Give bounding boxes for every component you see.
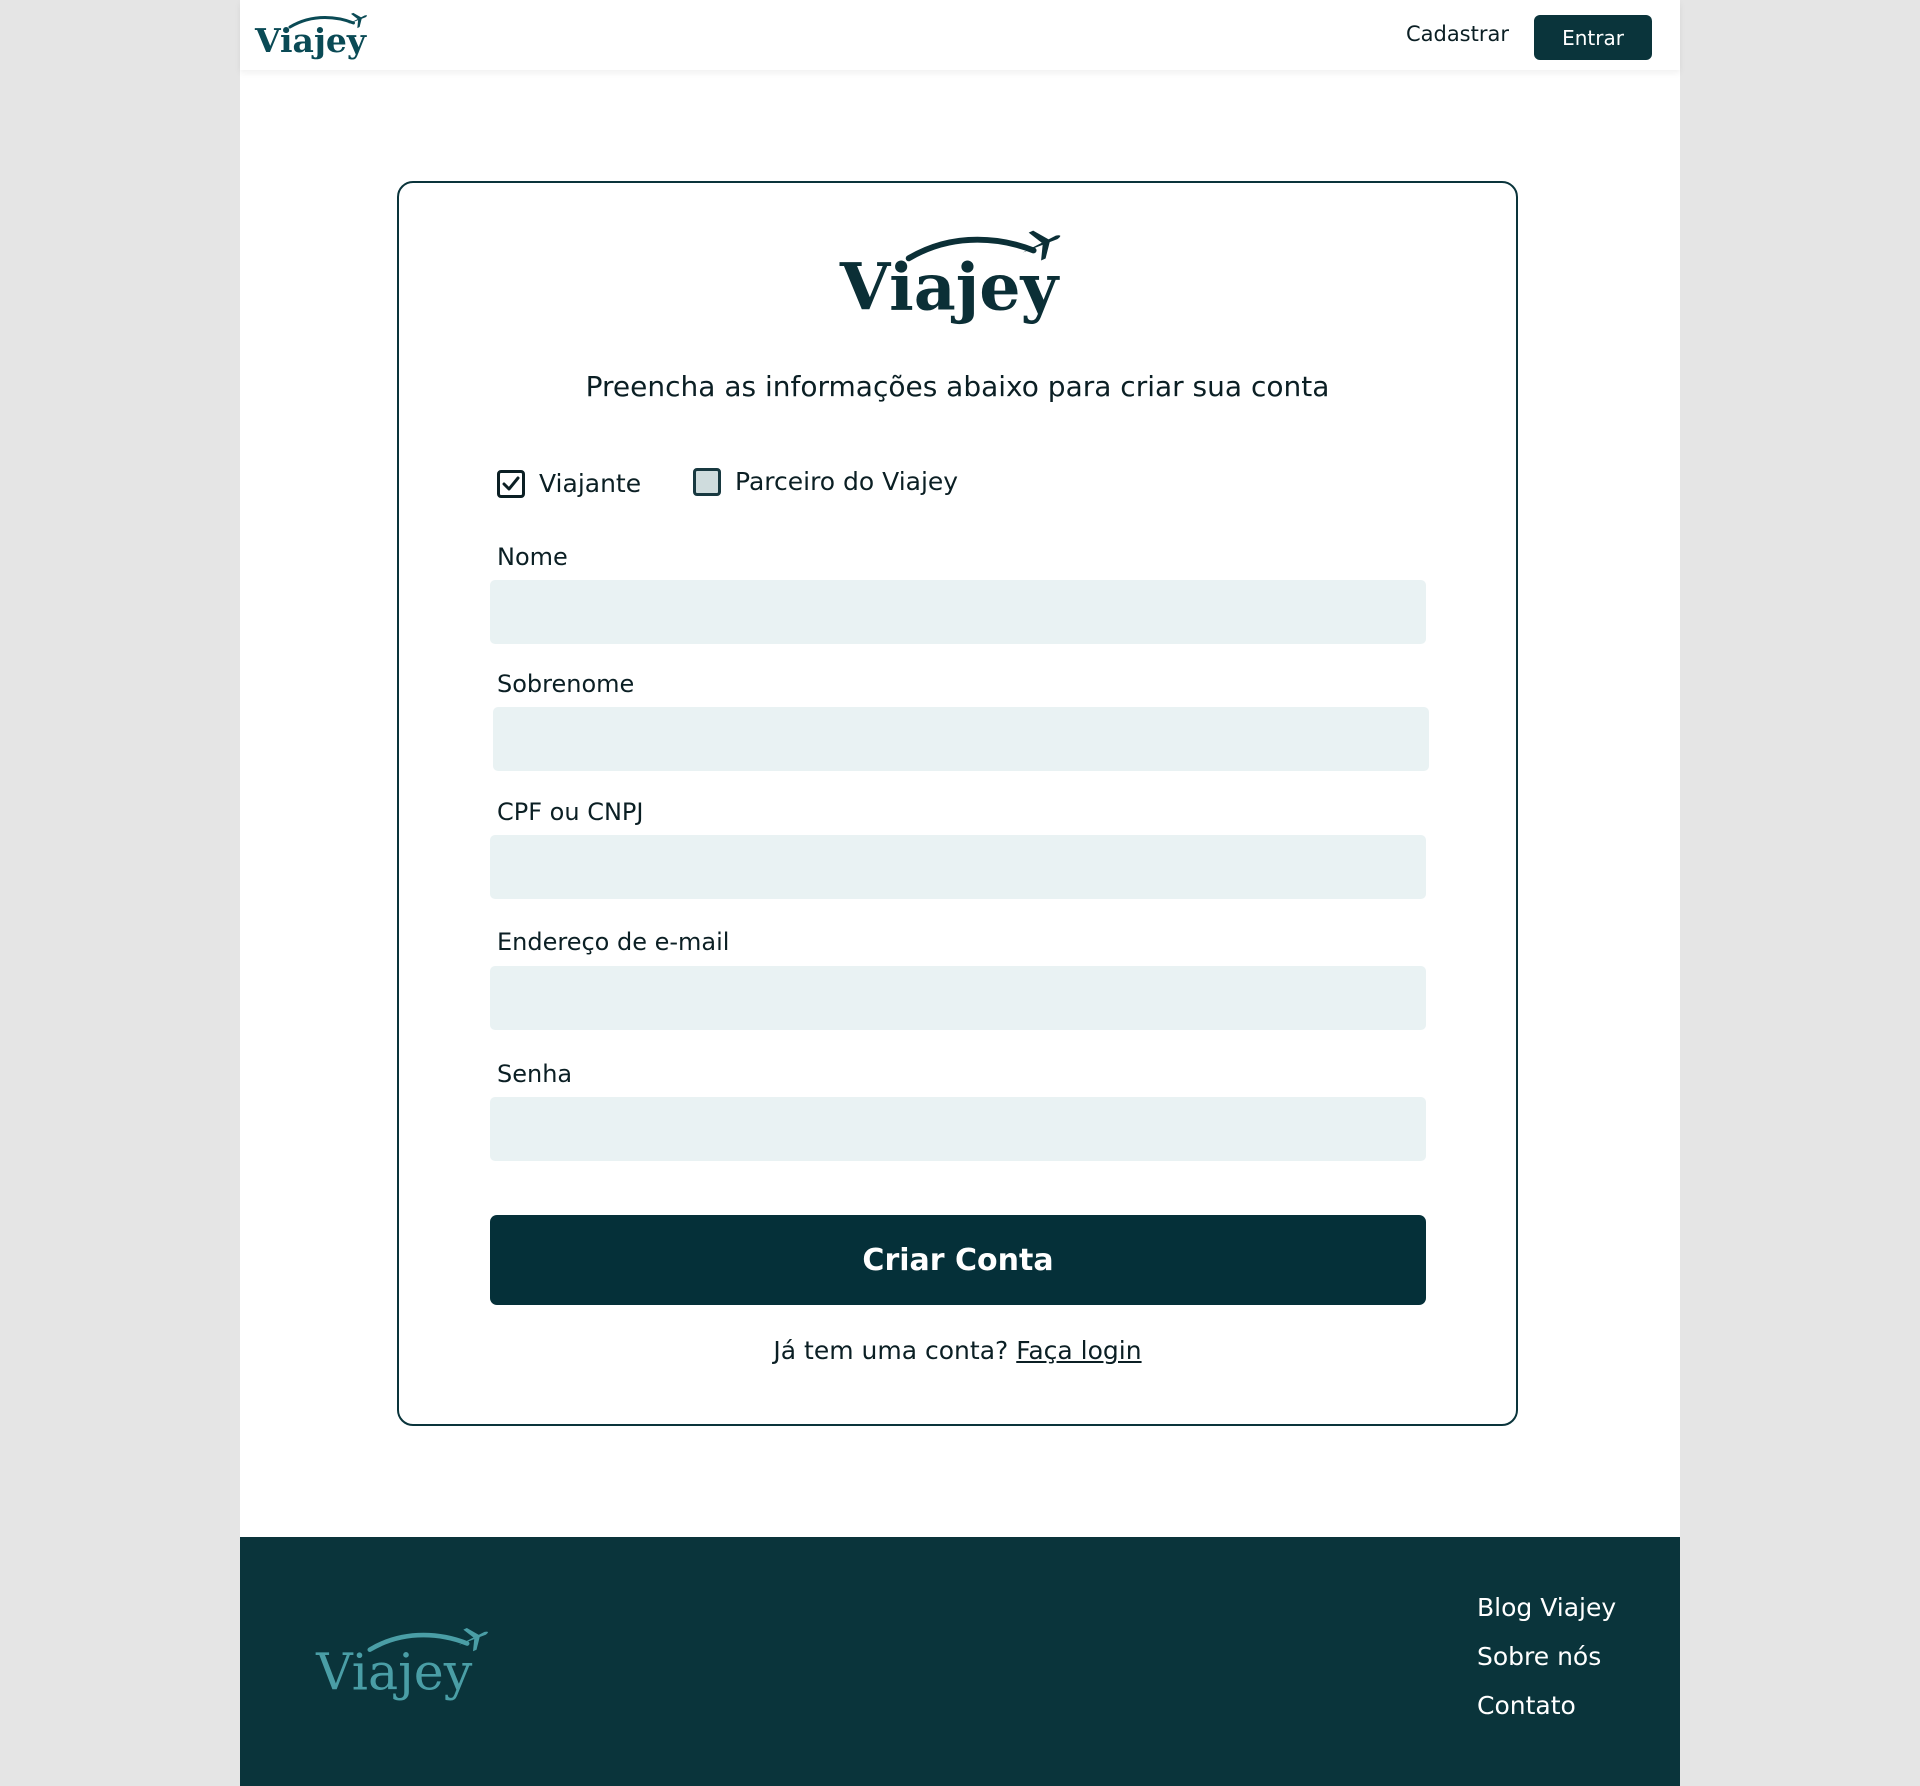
create-account-button[interactable]: Criar Conta — [490, 1215, 1426, 1305]
register-link[interactable]: Cadastrar — [1406, 22, 1509, 46]
last-name-input[interactable] — [493, 707, 1429, 771]
footer-link-contact[interactable]: Contato — [1477, 1691, 1616, 1720]
login-link[interactable]: Faça login — [1016, 1336, 1141, 1365]
password-input[interactable] — [490, 1097, 1426, 1161]
label-email: Endereço de e-mail — [497, 928, 730, 956]
svg-text:Viajey: Viajey — [315, 1643, 473, 1702]
account-type-partner[interactable]: Parceiro do Viajey — [693, 467, 958, 496]
login-prompt: Já tem uma conta? Faça login — [399, 1336, 1516, 1365]
email-input[interactable] — [490, 966, 1426, 1030]
svg-text:Viajey: Viajey — [254, 21, 367, 60]
account-type-traveler[interactable]: Viajante — [497, 469, 641, 498]
checkbox-checked[interactable] — [497, 469, 525, 498]
footer-link-blog[interactable]: Blog Viajey — [1477, 1593, 1616, 1622]
checkbox-label: Viajante — [539, 469, 642, 498]
footer-link-about[interactable]: Sobre nós — [1477, 1642, 1616, 1671]
checkmark-icon — [502, 476, 520, 490]
label-nome: Nome — [497, 543, 568, 571]
viajey-logo-footer: Viajey — [315, 1628, 488, 1702]
checkbox-label: Parceiro do Viajey — [735, 467, 959, 496]
cpf-cnpj-input[interactable] — [490, 835, 1426, 899]
login-prompt-text: Já tem uma conta? — [773, 1336, 1009, 1365]
top-navbar: Viajey Cadastrar Entrar — [240, 0, 1680, 70]
signup-card: Viajey Preencha as informações abaixo pa… — [397, 181, 1518, 1426]
svg-text:Viajey: Viajey — [839, 249, 1061, 325]
label-senha: Senha — [497, 1060, 573, 1088]
footer-links: Blog Viajey Sobre nós Contato — [1477, 1593, 1616, 1740]
form-subtitle: Preencha as informações abaixo para cria… — [585, 370, 1330, 403]
first-name-input[interactable] — [490, 580, 1426, 644]
footer: Viajey Blog Viajey Sobre nós Contato — [240, 1537, 1680, 1786]
viajey-logo-large: Viajey — [839, 230, 1061, 325]
page: Viajey Cadastrar Entrar Viajey Preencha … — [240, 0, 1680, 1786]
label-sobrenome: Sobrenome — [497, 670, 635, 698]
login-button[interactable]: Entrar — [1534, 15, 1652, 60]
viajey-logo[interactable]: Viajey — [250, 6, 372, 66]
checkbox-unchecked[interactable] — [693, 467, 721, 496]
label-cpf-cnpj: CPF ou CNPJ — [497, 798, 644, 826]
